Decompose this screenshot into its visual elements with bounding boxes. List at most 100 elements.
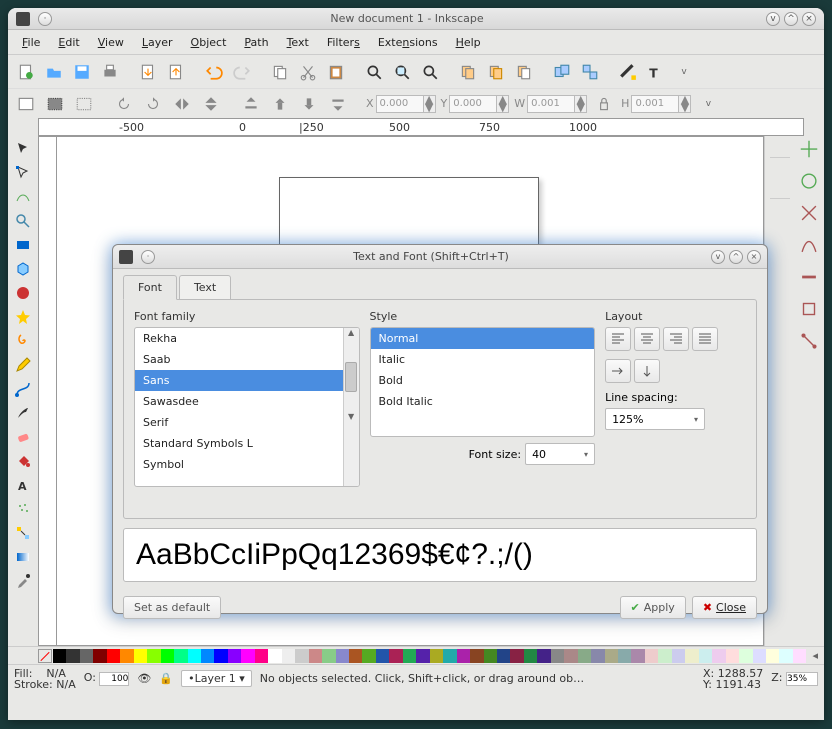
dialog-minimize-button[interactable]: v — [711, 250, 725, 264]
font-item[interactable]: Sans — [135, 370, 343, 391]
menu-object[interactable]: Object — [183, 33, 235, 52]
color-swatch[interactable] — [524, 649, 537, 663]
color-swatch[interactable] — [793, 649, 806, 663]
set-default-button[interactable]: Set as default — [123, 596, 221, 619]
dialog-maximize-button[interactable]: ^ — [729, 250, 743, 264]
align-center-button[interactable] — [634, 327, 660, 351]
toolbar-overflow[interactable]: v — [671, 59, 697, 85]
color-swatch[interactable] — [631, 649, 644, 663]
color-swatch[interactable] — [255, 649, 268, 663]
group-button[interactable] — [549, 59, 575, 85]
color-swatch[interactable] — [188, 649, 201, 663]
fill-stroke-button[interactable] — [615, 59, 641, 85]
align-right-button[interactable] — [663, 327, 689, 351]
color-swatch[interactable] — [443, 649, 456, 663]
minimize-button[interactable]: v — [766, 12, 780, 26]
color-swatch[interactable] — [699, 649, 712, 663]
bezier-tool[interactable] — [12, 378, 34, 400]
color-swatch[interactable] — [645, 649, 658, 663]
dialog-menu-button[interactable]: · — [141, 250, 155, 264]
color-swatch[interactable] — [578, 649, 591, 663]
color-swatch[interactable] — [766, 649, 779, 663]
flip-h-button[interactable] — [169, 91, 195, 117]
snap-1[interactable] — [798, 138, 820, 160]
window-menu-icon[interactable]: · — [38, 12, 52, 26]
color-swatch[interactable] — [309, 649, 322, 663]
font-family-list[interactable]: RekhaSaabSansSawasdeeSerifStandard Symbo… — [134, 327, 360, 487]
w-spinner[interactable]: W▲▼ — [514, 95, 587, 113]
ungroup-button[interactable] — [577, 59, 603, 85]
color-swatch[interactable] — [470, 649, 483, 663]
style-item[interactable]: Italic — [371, 349, 595, 370]
color-swatch[interactable] — [282, 649, 295, 663]
color-swatch[interactable] — [322, 649, 335, 663]
lower-bottom-button[interactable] — [325, 91, 351, 117]
menu-filters[interactable]: Filters — [319, 33, 368, 52]
options-overflow[interactable]: v — [695, 91, 721, 117]
color-swatch[interactable] — [739, 649, 752, 663]
color-swatch[interactable] — [779, 649, 792, 663]
menu-edit[interactable]: Edit — [50, 33, 87, 52]
color-swatch[interactable] — [658, 649, 671, 663]
font-item[interactable]: Symbol — [135, 454, 343, 475]
raise-top-button[interactable] — [238, 91, 264, 117]
open-button[interactable] — [41, 59, 67, 85]
close-window-button[interactable]: × — [802, 12, 816, 26]
import-button[interactable] — [135, 59, 161, 85]
font-item[interactable]: Saab — [135, 349, 343, 370]
color-swatch[interactable] — [349, 649, 362, 663]
3dbox-tool[interactable] — [12, 258, 34, 280]
no-color-swatch[interactable] — [38, 649, 52, 663]
color-swatch[interactable] — [336, 649, 349, 663]
color-swatch[interactable] — [107, 649, 120, 663]
menu-path[interactable]: Path — [236, 33, 276, 52]
color-swatch[interactable] — [295, 649, 308, 663]
color-swatch[interactable] — [403, 649, 416, 663]
menu-help[interactable]: Help — [448, 33, 489, 52]
text-horizontal-button[interactable] — [605, 359, 631, 383]
redo-button[interactable] — [229, 59, 255, 85]
layer-selector[interactable]: •Layer 1 ▾ — [181, 670, 252, 687]
rect-tool[interactable] — [12, 234, 34, 256]
text-tool[interactable]: A — [12, 474, 34, 496]
gradient-tool[interactable] — [12, 546, 34, 568]
flip-v-button[interactable] — [198, 91, 224, 117]
font-item[interactable]: Serif — [135, 412, 343, 433]
save-button[interactable] — [69, 59, 95, 85]
color-swatch[interactable] — [241, 649, 254, 663]
print-button[interactable] — [97, 59, 123, 85]
menu-text[interactable]: Text — [279, 33, 317, 52]
text-tool-button[interactable]: T — [643, 59, 669, 85]
visibility-toggle[interactable]: 👁 — [137, 672, 151, 685]
opacity-spinner[interactable]: O: — [84, 671, 130, 686]
snap-6[interactable] — [798, 298, 820, 320]
line-spacing-combo[interactable]: 125%▾ — [605, 408, 705, 430]
paste-button[interactable] — [323, 59, 349, 85]
select-all-layers-button[interactable] — [13, 91, 39, 117]
color-swatch[interactable] — [537, 649, 550, 663]
unlink-clone-button[interactable] — [511, 59, 537, 85]
close-button[interactable]: ✖Close — [692, 596, 757, 619]
star-tool[interactable] — [12, 306, 34, 328]
zoom-fit-button[interactable] — [361, 59, 387, 85]
color-swatch[interactable] — [201, 649, 214, 663]
h-spinner[interactable]: H▲▼ — [621, 95, 691, 113]
menu-extensions[interactable]: Extensions — [370, 33, 446, 52]
align-justify-button[interactable] — [692, 327, 718, 351]
font-size-combo[interactable]: 40▾ — [525, 443, 595, 465]
snap-2[interactable] — [798, 170, 820, 192]
color-swatch[interactable] — [457, 649, 470, 663]
select-all-button[interactable] — [42, 91, 68, 117]
color-swatch[interactable] — [147, 649, 160, 663]
color-swatch[interactable] — [685, 649, 698, 663]
color-swatch[interactable] — [510, 649, 523, 663]
maximize-button[interactable]: ^ — [784, 12, 798, 26]
color-swatch[interactable] — [120, 649, 133, 663]
lower-button[interactable] — [296, 91, 322, 117]
palette-menu-icon[interactable]: ◂ — [806, 649, 824, 662]
style-item[interactable]: Bold — [371, 370, 595, 391]
fill-stroke-indicator[interactable]: Fill: N/A Stroke: N/A — [14, 668, 76, 690]
color-swatch[interactable] — [80, 649, 93, 663]
color-swatch[interactable] — [618, 649, 631, 663]
color-swatch[interactable] — [484, 649, 497, 663]
